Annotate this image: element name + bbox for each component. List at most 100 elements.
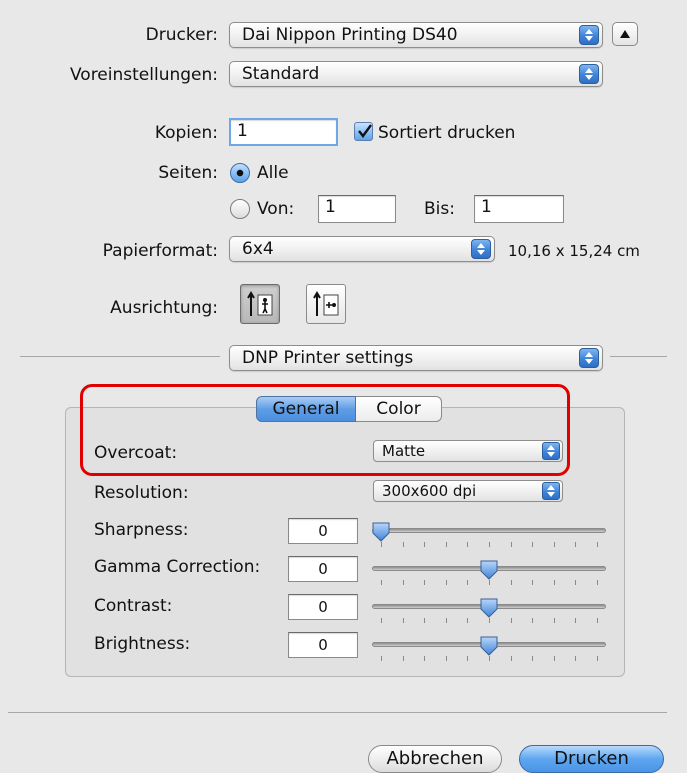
sharpness-label: Sharpness: <box>94 520 189 540</box>
collate-label: Sortiert drucken <box>378 123 516 143</box>
pages-to-input[interactable]: 1 <box>474 195 564 223</box>
print-button[interactable]: Drucken <box>519 745 664 773</box>
slider-tick <box>402 618 404 623</box>
resolution-label: Resolution: <box>94 483 189 503</box>
slider-tick <box>402 580 404 585</box>
presets-label: Voreinstellungen: <box>69 65 218 85</box>
sharpness-input[interactable]: 0 <box>288 518 358 544</box>
highlight-annotation <box>80 384 570 476</box>
slider-tick <box>575 618 577 623</box>
pages-label: Seiten: <box>158 163 218 183</box>
section-select[interactable]: DNP Printer settings <box>229 345 603 371</box>
slider-tick <box>489 580 490 585</box>
triangle-up-icon <box>620 30 630 38</box>
copies-label: Kopien: <box>154 123 218 143</box>
slider-thumb-icon[interactable] <box>480 636 498 656</box>
slider-tick <box>445 656 447 661</box>
cancel-button[interactable]: Abbrechen <box>368 745 502 773</box>
gamma-slider[interactable] <box>372 560 606 590</box>
slider-tick <box>467 542 469 547</box>
contrast-label: Contrast: <box>94 596 173 616</box>
slider-tick <box>532 542 534 547</box>
orientation-portrait-button[interactable] <box>240 284 280 324</box>
checkmark-icon <box>358 124 372 138</box>
sharpness-slider[interactable] <box>372 522 606 552</box>
pages-from-label: Von: <box>257 199 295 219</box>
slider-tick <box>553 656 555 661</box>
pages-all-radio[interactable] <box>230 163 250 183</box>
slider-tick <box>575 580 577 585</box>
slider-tick <box>381 656 382 661</box>
paper-format-select[interactable]: 6x4 <box>229 236 495 262</box>
updown-arrows-icon <box>579 25 599 45</box>
slider-tick <box>510 542 512 547</box>
section-select-value: DNP Printer settings <box>242 348 414 368</box>
pages-all-label: Alle <box>257 163 289 183</box>
disclosure-button[interactable] <box>612 22 638 46</box>
paper-format-value: 6x4 <box>242 239 274 259</box>
slider-tick <box>467 618 469 623</box>
slider-tick <box>597 656 598 661</box>
slider-tick <box>402 542 404 547</box>
slider-tick <box>597 618 598 623</box>
slider-tick <box>445 618 447 623</box>
paper-size-text: 10,16 x 15,24 cm <box>508 242 640 260</box>
slider-tick <box>445 580 447 585</box>
slider-tick <box>467 580 469 585</box>
updown-arrows-icon <box>579 64 599 84</box>
slider-tick <box>424 542 426 547</box>
updown-arrows-icon <box>471 239 491 259</box>
pages-from-input[interactable]: 1 <box>318 195 396 223</box>
printer-label: Drucker: <box>145 25 218 45</box>
slider-thumb-icon[interactable] <box>372 522 390 542</box>
resolution-value: 300x600 dpi <box>382 482 477 500</box>
slider-tick <box>424 618 426 623</box>
slider-tick <box>553 542 555 547</box>
gamma-input[interactable]: 0 <box>288 556 358 582</box>
slider-tick <box>402 656 404 661</box>
slider-thumb-icon[interactable] <box>480 560 498 580</box>
collate-checkbox[interactable] <box>354 122 373 141</box>
presets-select-value: Standard <box>242 64 320 84</box>
brightness-slider[interactable] <box>372 636 606 666</box>
slider-tick <box>597 580 598 585</box>
slider-tick <box>597 542 598 547</box>
slider-track <box>372 528 606 533</box>
printer-select[interactable]: Dai Nippon Printing DS40 <box>229 22 603 48</box>
slider-tick <box>532 618 534 623</box>
slider-tick <box>445 542 447 547</box>
slider-tick <box>553 618 555 623</box>
brightness-label: Brightness: <box>94 634 191 654</box>
portrait-person-icon <box>247 291 273 316</box>
gamma-label: Gamma Correction: <box>94 557 261 577</box>
printer-select-value: Dai Nippon Printing DS40 <box>242 25 458 45</box>
divider-right <box>610 356 667 357</box>
paper-format-label: Papierformat: <box>102 241 218 261</box>
slider-tick <box>575 542 577 547</box>
slider-tick <box>575 656 577 661</box>
slider-tick <box>510 580 512 585</box>
orientation-label: Ausrichtung: <box>110 298 218 318</box>
pages-to-label: Bis: <box>424 199 455 219</box>
contrast-slider[interactable] <box>372 598 606 628</box>
slider-tick <box>381 542 382 547</box>
slider-tick <box>532 580 534 585</box>
slider-tick <box>489 618 490 623</box>
slider-thumb-icon[interactable] <box>480 598 498 618</box>
landscape-person-icon <box>313 291 339 316</box>
divider-left <box>20 356 220 357</box>
contrast-input[interactable]: 0 <box>288 594 358 620</box>
copies-input[interactable]: 1 <box>229 118 338 146</box>
slider-tick <box>381 618 382 623</box>
slider-tick <box>510 618 512 623</box>
slider-tick <box>424 580 426 585</box>
presets-select[interactable]: Standard <box>229 61 603 87</box>
brightness-input[interactable]: 0 <box>288 632 358 658</box>
slider-tick <box>489 656 490 661</box>
bottom-divider <box>8 712 667 713</box>
updown-arrows-icon <box>542 482 560 500</box>
orientation-landscape-button[interactable] <box>306 284 346 324</box>
pages-range-radio[interactable] <box>230 199 250 219</box>
slider-tick <box>467 656 469 661</box>
resolution-select[interactable]: 300x600 dpi <box>373 480 563 502</box>
